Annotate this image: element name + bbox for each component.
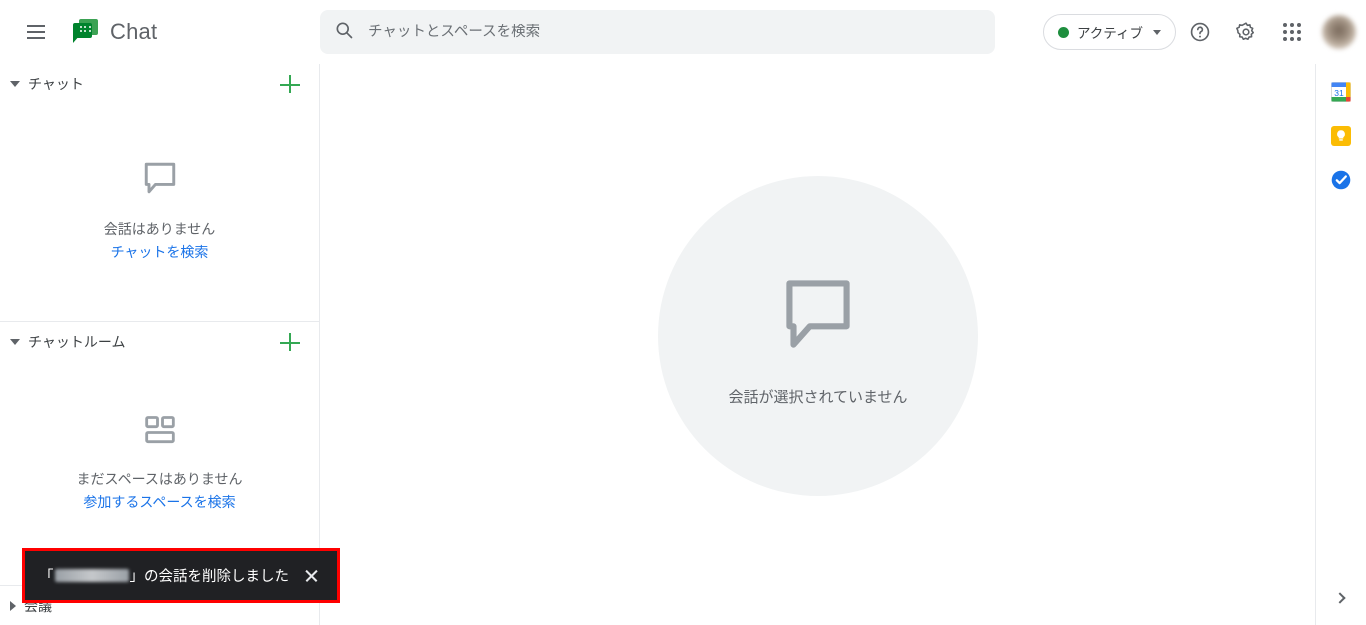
hamburger-line xyxy=(27,31,45,33)
search-box[interactable] xyxy=(320,10,995,54)
spaces-section-header: チャットルーム xyxy=(0,322,319,362)
right-side-panel: 31 xyxy=(1315,64,1366,625)
chat-empty-state: 会話はありません チャットを検索 xyxy=(0,156,319,262)
spaces-empty-state: まだスペースはありません 参加するスペースを検索 xyxy=(0,410,319,512)
new-chat-plus-icon[interactable] xyxy=(277,71,303,97)
toast-message: 「 」の会話を削除しました xyxy=(25,565,289,586)
search-icon xyxy=(334,20,354,45)
logo-bubble-tail xyxy=(73,35,80,43)
spaces-section-title: チャットルーム xyxy=(28,334,126,350)
status-pill[interactable]: アクティブ xyxy=(1042,14,1176,50)
speech-bubble-icon xyxy=(769,265,867,368)
status-dot-icon xyxy=(1057,26,1069,38)
spaces-grid-icon xyxy=(140,410,180,455)
chat-section: チャット 会話はありません チャットを検索 xyxy=(0,64,319,322)
new-space-plus-icon[interactable] xyxy=(277,329,303,355)
status-label: アクティブ xyxy=(1076,26,1143,41)
triangle-down-icon[interactable] xyxy=(10,81,20,87)
header-actions: アクティブ xyxy=(1042,0,1356,64)
google-calendar-icon[interactable]: 31 xyxy=(1329,80,1353,104)
expand-panel-button[interactable] xyxy=(1326,583,1356,613)
chat-empty-text: 会話はありません xyxy=(103,221,216,237)
search-container xyxy=(320,10,995,54)
google-chat-window: Chat アクティブ xyxy=(0,0,1366,625)
avatar[interactable] xyxy=(1322,15,1356,49)
gear-icon[interactable] xyxy=(1224,10,1268,54)
hamburger-line xyxy=(27,25,45,27)
chevron-down-icon xyxy=(1153,29,1161,35)
delete-conversation-toast: 「 」の会話を削除しました xyxy=(22,548,340,603)
chat-section-title: チャット xyxy=(28,76,84,92)
spaces-search-link[interactable]: 参加するスペースを検索 xyxy=(83,492,235,512)
apps-grid-icon[interactable] xyxy=(1270,10,1314,54)
google-tasks-icon[interactable] xyxy=(1329,168,1353,192)
chat-section-header: チャット xyxy=(0,64,319,104)
spaces-empty-text: まだスペースはありません xyxy=(76,471,243,487)
close-icon[interactable] xyxy=(289,554,333,598)
no-conversation-text: 会話が選択されていません xyxy=(728,388,908,406)
page-title: Chat xyxy=(110,19,158,44)
hamburger-line xyxy=(27,37,45,39)
chat-search-link[interactable]: チャットを検索 xyxy=(111,242,209,262)
google-keep-icon[interactable] xyxy=(1329,124,1353,148)
app-header: Chat アクティブ xyxy=(0,0,1366,64)
help-circle-icon[interactable] xyxy=(1178,10,1222,54)
no-conversation-placeholder: 会話が選択されていません xyxy=(658,175,978,496)
redacted-name xyxy=(54,569,129,582)
toast-quote-open: 「 xyxy=(39,569,54,585)
chevron-right-icon xyxy=(1333,592,1346,604)
hamburger-menu-icon[interactable] xyxy=(12,8,60,56)
main-content: 会話が選択されていません xyxy=(321,64,1315,625)
speech-bubble-icon xyxy=(138,156,182,205)
triangle-down-icon[interactable] xyxy=(10,339,20,345)
left-sidebar: チャット 会話はありません チャットを検索 チャットルーム まだスペースはありま… xyxy=(0,64,320,625)
google-chat-logo-icon xyxy=(72,19,100,45)
spaces-section: チャットルーム まだスペースはありません 参加するスペースを検索 xyxy=(0,322,319,580)
svg-text:31: 31 xyxy=(1334,88,1344,98)
logo-dots xyxy=(80,26,91,32)
triangle-right-icon[interactable] xyxy=(10,600,16,611)
apps-grid-dots xyxy=(1283,23,1301,41)
search-input[interactable] xyxy=(368,24,981,40)
toast-message-suffix: 」の会話を削除しました xyxy=(129,569,290,585)
brand: Chat xyxy=(72,19,157,45)
